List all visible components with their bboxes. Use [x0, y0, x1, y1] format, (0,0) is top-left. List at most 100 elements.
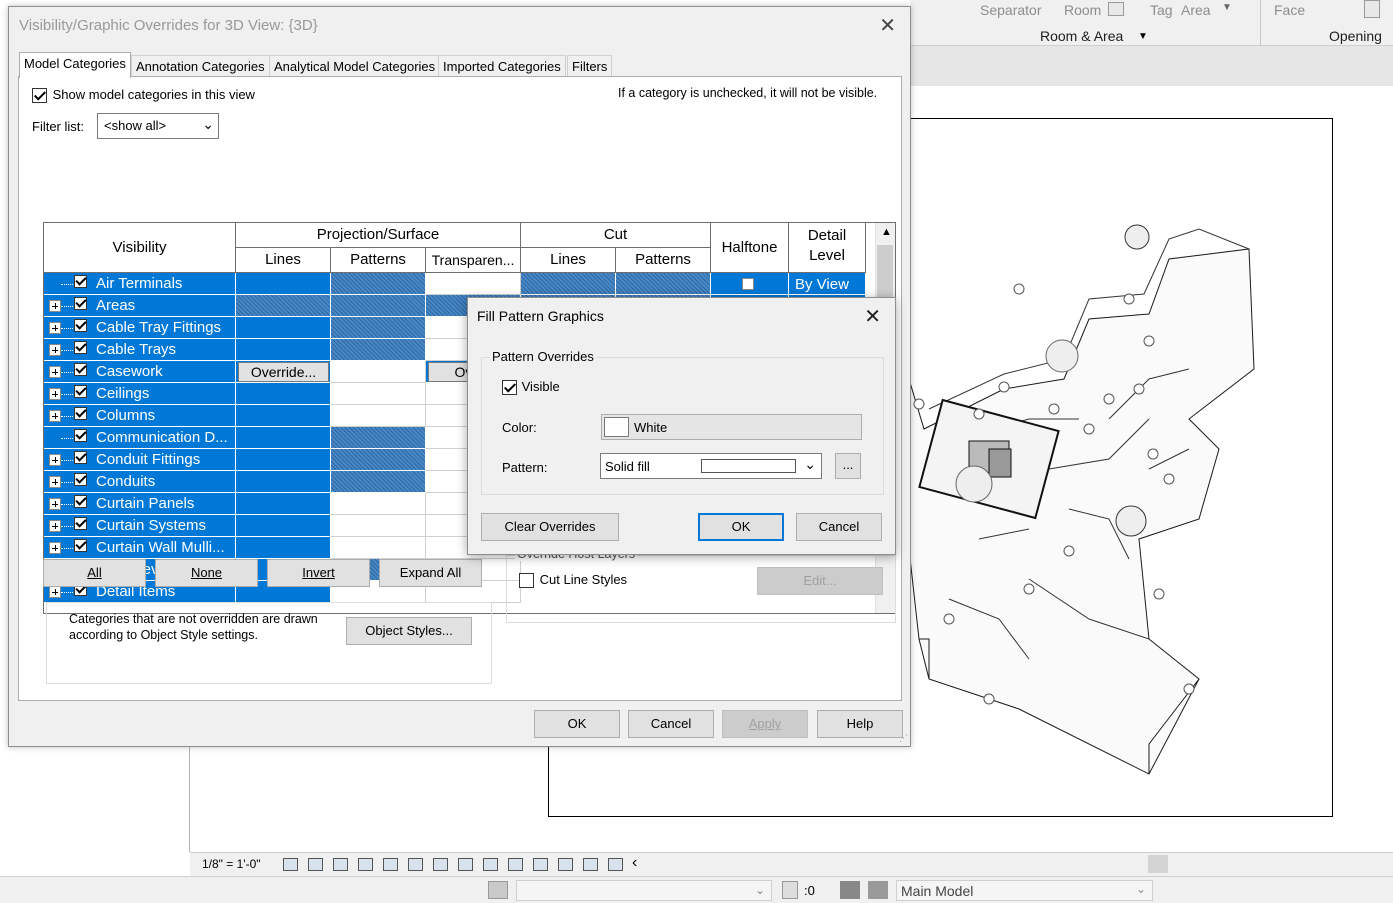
- close-icon[interactable]: ✕: [864, 304, 881, 329]
- lines-cell[interactable]: [236, 493, 331, 515]
- editable-only-icon[interactable]: [782, 881, 798, 899]
- ribbon-area[interactable]: Area: [1181, 2, 1211, 18]
- patterns-cell[interactable]: [331, 317, 426, 339]
- collapse-arrow-icon[interactable]: ‹: [632, 854, 637, 872]
- lines-cell[interactable]: [236, 471, 331, 493]
- ribbon-tag[interactable]: Tag: [1150, 2, 1173, 18]
- highlight-icon[interactable]: [583, 858, 598, 871]
- lines-cell[interactable]: [236, 383, 331, 405]
- ribbon-room[interactable]: Room: [1064, 2, 1101, 18]
- lines-cell[interactable]: [236, 427, 331, 449]
- show-categories-label[interactable]: Show model categories in this view: [53, 87, 255, 102]
- patterns-cell[interactable]: [331, 405, 426, 427]
- category-visibility-checkbox[interactable]: [74, 297, 87, 310]
- patterns-cell[interactable]: [331, 493, 426, 515]
- transparency-cell[interactable]: [426, 273, 521, 295]
- expand-plus-icon[interactable]: [49, 454, 61, 466]
- expand-plus-icon[interactable]: [49, 366, 61, 378]
- view-scale[interactable]: 1/8" = 1'-0": [202, 857, 261, 871]
- lines-cell[interactable]: [236, 295, 331, 317]
- lines-cell[interactable]: [236, 537, 331, 559]
- category-visibility-checkbox[interactable]: [74, 275, 87, 288]
- visual-style-icon[interactable]: [308, 858, 323, 871]
- visibility-cell[interactable]: Areas: [44, 295, 236, 317]
- patterns-cell[interactable]: [331, 427, 426, 449]
- patterns-cell[interactable]: [331, 273, 426, 295]
- category-visibility-checkbox[interactable]: [74, 363, 87, 376]
- tab-annotation-categories[interactable]: Annotation Categories: [131, 55, 270, 77]
- visibility-cell[interactable]: Conduit Fittings: [44, 449, 236, 471]
- expand-plus-icon[interactable]: [49, 542, 61, 554]
- patterns-cell[interactable]: [331, 383, 426, 405]
- resize-grip-icon[interactable]: ⋰: [899, 733, 908, 744]
- visibility-cell[interactable]: Cable Tray Fittings: [44, 317, 236, 339]
- none-button[interactable]: None: [155, 559, 258, 587]
- cut-lines-cell[interactable]: [521, 273, 616, 295]
- category-visibility-checkbox[interactable]: [74, 407, 87, 420]
- visible-checkbox[interactable]: [502, 380, 517, 396]
- workset-dropdown[interactable]: ⌄: [516, 880, 772, 901]
- lines-cell[interactable]: [236, 273, 331, 295]
- patterns-cell[interactable]: [331, 449, 426, 471]
- show-categories-checkbox[interactable]: [32, 88, 47, 104]
- reveal-hidden-icon[interactable]: [508, 858, 523, 871]
- expand-plus-icon[interactable]: [49, 586, 61, 598]
- constraints-icon[interactable]: [608, 858, 623, 871]
- scroll-up-icon[interactable]: ▲: [881, 226, 892, 238]
- category-row[interactable]: Air Terminals By View: [44, 273, 866, 295]
- expand-plus-icon[interactable]: [49, 322, 61, 334]
- expand-plus-icon[interactable]: [49, 388, 61, 400]
- category-visibility-checkbox[interactable]: [74, 341, 87, 354]
- crop-view-icon[interactable]: [408, 858, 423, 871]
- panel-room-area[interactable]: Room & Area: [1040, 28, 1123, 44]
- object-styles-button[interactable]: Object Styles...: [346, 617, 472, 645]
- worksets-icon[interactable]: [488, 881, 508, 899]
- detail-level-icon[interactable]: [283, 858, 298, 871]
- sun-path-icon[interactable]: [333, 858, 348, 871]
- visible-label[interactable]: Visible: [522, 379, 560, 394]
- fill-ok-button[interactable]: OK: [698, 513, 784, 541]
- scroll-thumb[interactable]: [1148, 855, 1168, 873]
- cut-line-styles-label[interactable]: Cut Line Styles: [540, 572, 627, 587]
- tab-analytical-model-categories[interactable]: Analytical Model Categories: [269, 55, 441, 77]
- browse-pattern-button[interactable]: ...: [835, 453, 861, 479]
- detail-level-cell[interactable]: By View: [789, 273, 866, 295]
- patterns-cell[interactable]: [331, 515, 426, 537]
- tab-imported-categories[interactable]: Imported Categories: [438, 55, 566, 77]
- edit-button[interactable]: Edit...: [757, 567, 883, 595]
- expand-plus-icon[interactable]: [49, 498, 61, 510]
- worksharing-icon[interactable]: [533, 858, 548, 871]
- patterns-cell[interactable]: [331, 471, 426, 493]
- expand-plus-icon[interactable]: [49, 344, 61, 356]
- category-visibility-checkbox[interactable]: [74, 429, 87, 442]
- patterns-cell[interactable]: [331, 537, 426, 559]
- patterns-cell[interactable]: [331, 295, 426, 317]
- apply-button[interactable]: Apply: [722, 710, 808, 738]
- visibility-cell[interactable]: Air Terminals: [44, 273, 236, 295]
- exclude-options-icon[interactable]: [868, 881, 888, 899]
- pattern-select[interactable]: Solid fill ⌄: [600, 453, 822, 479]
- category-visibility-checkbox[interactable]: [74, 385, 87, 398]
- visibility-cell[interactable]: Curtain Panels: [44, 493, 236, 515]
- help-button[interactable]: Help: [817, 710, 903, 738]
- close-icon[interactable]: ✕: [879, 13, 896, 38]
- category-visibility-checkbox[interactable]: [74, 451, 87, 464]
- shadows-icon[interactable]: [358, 858, 373, 871]
- visibility-cell[interactable]: Cable Trays: [44, 339, 236, 361]
- category-visibility-checkbox[interactable]: [74, 319, 87, 332]
- cancel-button[interactable]: Cancel: [628, 710, 714, 738]
- lines-cell[interactable]: [236, 515, 331, 537]
- design-options-icon[interactable]: [840, 881, 860, 899]
- category-visibility-checkbox[interactable]: [74, 473, 87, 486]
- visibility-cell[interactable]: Conduits: [44, 471, 236, 493]
- panel-dropdown-icon[interactable]: ▼: [1138, 31, 1148, 42]
- lines-cell[interactable]: Override...: [236, 361, 331, 383]
- expand-plus-icon[interactable]: [49, 300, 61, 312]
- visibility-cell[interactable]: Columns: [44, 405, 236, 427]
- clear-overrides-button[interactable]: Clear Overrides: [481, 513, 619, 541]
- panel-opening[interactable]: Opening: [1329, 28, 1382, 44]
- halftone-cell[interactable]: [711, 273, 789, 295]
- category-visibility-checkbox[interactable]: [74, 495, 87, 508]
- show-crop-icon[interactable]: [433, 858, 448, 871]
- analytical-model-icon[interactable]: [558, 858, 573, 871]
